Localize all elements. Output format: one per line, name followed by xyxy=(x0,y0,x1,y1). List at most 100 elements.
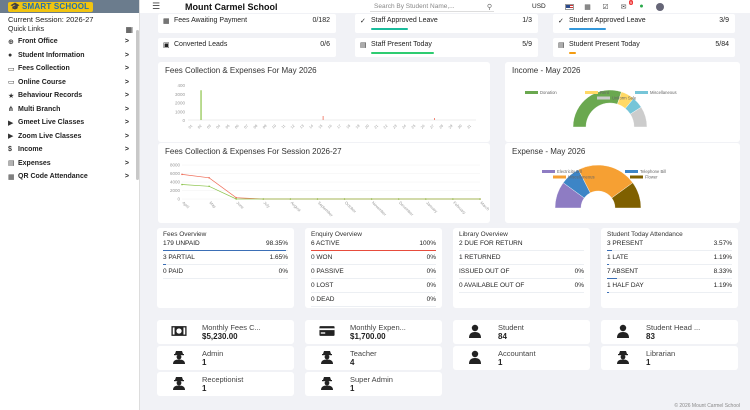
x-tick-label: April xyxy=(181,200,190,209)
progress-fill xyxy=(607,277,618,279)
x-tick-label: 07 xyxy=(243,124,249,130)
x-tick-label: 03 xyxy=(206,124,212,130)
sidebar-item-income[interactable]: $ Income > xyxy=(0,143,139,157)
sidebar-item-online-course[interactable]: ▭ Online Course > xyxy=(0,76,139,90)
sidebar-item-behaviour-records[interactable]: ★ Behaviour Records > xyxy=(0,89,139,103)
legend-label: Electricity Bill xyxy=(557,169,582,174)
logo[interactable]: 🎓 SMART SCHOOL xyxy=(8,1,94,12)
overview-row[interactable]: 3 PRESENT 3.57% xyxy=(607,239,732,252)
calendar-icon[interactable]: ▦ xyxy=(582,2,593,11)
overview-row-value: 0% xyxy=(426,282,436,289)
stat-label: Converted Leads xyxy=(174,41,228,48)
overview-row-value: 0% xyxy=(574,268,584,275)
tasks-icon[interactable]: ☑ xyxy=(600,2,611,11)
grid-icon[interactable]: ▦ xyxy=(125,25,133,34)
chevron-right-icon: > xyxy=(124,38,129,46)
x-tick-label: 28 xyxy=(439,124,445,130)
info-card[interactable]: Librarian 1 xyxy=(601,346,738,370)
overview-card: Enquiry Overview 6 ACTIVE 100% 0 WON 0% 0 PAS… xyxy=(305,228,442,308)
overview-row-value: 0% xyxy=(574,282,584,289)
search-icon[interactable]: ⚲ xyxy=(487,3,494,11)
current-session[interactable]: Current Session: 2026-27 xyxy=(0,13,139,24)
info-card[interactable]: Student Head ... 83 xyxy=(601,320,738,344)
stat-value: 0/182 xyxy=(312,17,330,24)
stat-card[interactable]: ▤ Student Present Today 5/84 xyxy=(553,38,735,57)
hamburger-menu-icon[interactable]: ☰ xyxy=(152,1,164,12)
sidebar-item-expenses[interactable]: ▤ Expenses > xyxy=(0,157,139,171)
whatsapp-icon[interactable]: ● xyxy=(636,2,647,11)
footer: © 2026 Mount Carmel School xyxy=(674,403,740,409)
info-card[interactable]: Receptionist 1 xyxy=(157,372,294,396)
language-flag-icon[interactable] xyxy=(564,2,575,11)
overview-row[interactable]: 0 LOST 0% xyxy=(311,281,436,294)
info-card[interactable]: Admin 1 xyxy=(157,346,294,370)
info-card[interactable]: Monthly Fees C... $5,230.00 xyxy=(157,320,294,344)
overview-row[interactable]: 179 UNPAID 98.35% xyxy=(163,239,288,252)
info-card[interactable]: Teacher 4 xyxy=(305,346,442,370)
overview-row-value: 1.19% xyxy=(713,282,732,289)
overview-row[interactable]: 1 HALF DAY 1.19% xyxy=(607,281,732,294)
stat-card[interactable]: ▣ Converted Leads 0/6 xyxy=(158,38,336,57)
overview-row-label: 0 PASSIVE xyxy=(311,268,344,275)
info-card[interactable]: Super Admin 1 xyxy=(305,372,442,396)
x-tick-label: May xyxy=(208,200,217,209)
overview-row-label: 1 HALF DAY xyxy=(607,282,644,289)
sidebar-item-zoom-live-classes[interactable]: ▶ Zoom Live Classes > xyxy=(0,130,139,144)
sidebar-scrollbar[interactable] xyxy=(136,30,139,180)
stat-icon: ▣ xyxy=(163,42,170,49)
sidebar-item-multi-branch[interactable]: ⋔ Multi Branch > xyxy=(0,103,139,117)
stat-card[interactable]: ✓ Student Approved Leave 3/9 xyxy=(553,14,735,33)
info-card-value: 84 xyxy=(498,332,507,341)
stat-card[interactable]: ✓ Staff Approved Leave 1/3 xyxy=(355,14,538,33)
x-tick-label: 20 xyxy=(364,124,370,130)
overview-row[interactable]: 0 PAID 0% xyxy=(163,267,288,280)
user-avatar[interactable] xyxy=(654,2,665,11)
overview-row[interactable]: 0 PASSIVE 0% xyxy=(311,267,436,280)
globe-icon: ⊕ xyxy=(8,38,14,46)
overview-row[interactable]: 6 ACTIVE 100% xyxy=(311,239,436,252)
info-card[interactable]: Accountant 1 xyxy=(453,346,590,370)
overview-row[interactable]: 1 LATE 1.19% xyxy=(607,253,732,266)
video-icon: ▶ xyxy=(8,133,14,141)
overview-row[interactable]: 7 ABSENT 8.33% xyxy=(607,267,732,280)
stat-label: Student Approved Leave xyxy=(569,17,646,24)
progress-track xyxy=(607,249,732,251)
info-card[interactable]: Student 84 xyxy=(453,320,590,344)
overview-row[interactable]: 3 PARTIAL 1.65% xyxy=(163,253,288,266)
notification-bell-icon[interactable]: ✉ 9 xyxy=(618,0,633,11)
sidebar-item-qr-code-attendance[interactable]: ▦ QR Code Attendance > xyxy=(0,170,139,184)
info-card-label: Teacher xyxy=(350,349,377,358)
x-tick-label: 25 xyxy=(411,124,417,130)
progress-track xyxy=(607,263,732,265)
progress-track xyxy=(459,291,584,293)
sidebar-item-student-information[interactable]: ● Student Information > xyxy=(0,49,139,63)
stat-label: Staff Approved Leave xyxy=(371,17,438,24)
x-tick-label: 29 xyxy=(448,124,454,130)
overview-row[interactable]: ISSUED OUT OF 0% xyxy=(459,267,584,280)
sidebar-item-gmeet-live-classes[interactable]: ▶ Gmeet Live Classes > xyxy=(0,116,139,130)
logo-text: SMART SCHOOL xyxy=(21,2,90,11)
overview-row[interactable]: 1 RETURNED xyxy=(459,253,584,266)
overview-row[interactable]: 0 AVAILABLE OUT OF 0% xyxy=(459,281,584,294)
overview-row[interactable]: 0 DEAD 0% xyxy=(311,295,436,308)
overview-row[interactable]: 2 DUE FOR RETURN xyxy=(459,239,584,252)
expense-icon: ▤ xyxy=(8,160,15,168)
overview-row[interactable]: 0 WON 0% xyxy=(311,253,436,266)
currency-selector[interactable]: USD xyxy=(532,3,546,10)
sidebar: 🎓 SMART SCHOOL Current Session: 2026-27 … xyxy=(0,0,140,410)
logo-bar: 🎓 SMART SCHOOL xyxy=(0,0,139,13)
info-card[interactable]: Monthly Expen... $1,700.00 xyxy=(305,320,442,344)
series-point xyxy=(208,185,210,188)
search-input[interactable]: Search By Student Name,... ⚲ xyxy=(370,2,494,12)
x-tick-label: 14 xyxy=(308,124,314,130)
sidebar-item-front-office[interactable]: ⊕ Front Office > xyxy=(0,35,139,49)
overview-row-label: 0 LOST xyxy=(311,282,334,289)
sidebar-item-label: Multi Branch xyxy=(18,105,61,113)
sidebar-item-fees-collection[interactable]: ▭ Fees Collection > xyxy=(0,62,139,76)
stat-card[interactable]: ▤ Staff Present Today 5/9 xyxy=(355,38,538,57)
overview-row-label: 2 DUE FOR RETURN xyxy=(459,240,523,247)
stat-card[interactable]: ▦ Fees Awaiting Payment 0/182 xyxy=(158,14,336,33)
quick-links[interactable]: Quick Links ▦ xyxy=(0,24,139,35)
legend-label: Miscellaneous xyxy=(568,175,595,180)
progress-track xyxy=(163,277,288,279)
